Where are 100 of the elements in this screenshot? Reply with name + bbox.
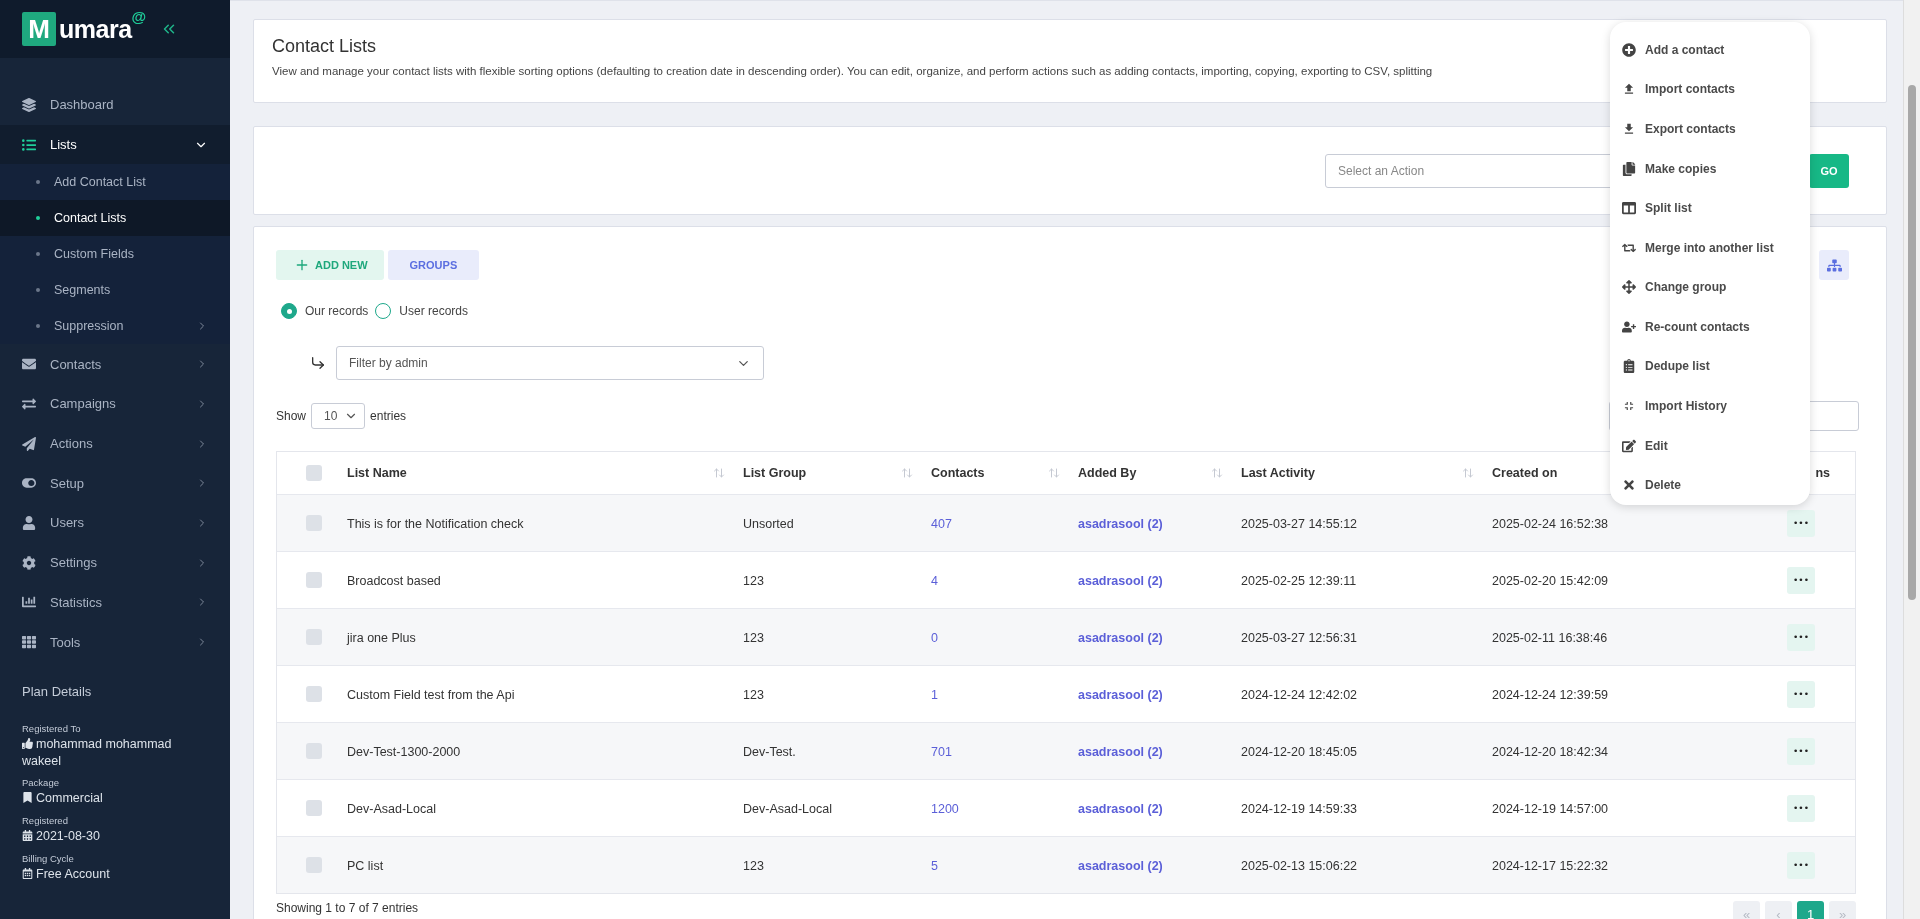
sort-icon[interactable]	[1211, 467, 1223, 479]
table-cell: Dev-Test.	[743, 745, 796, 759]
user-link[interactable]: asadrasool (2)	[1078, 688, 1163, 702]
plan-value: 2021-08-30	[22, 827, 208, 845]
contacts-link[interactable]: 407	[931, 517, 952, 531]
entries-select[interactable]: 10	[311, 403, 366, 429]
column-header[interactable]: ns	[1815, 466, 1830, 480]
table-cell: 123	[743, 859, 764, 873]
groups-button[interactable]: GROUPS	[387, 250, 480, 280]
logo-mark: @	[131, 8, 147, 25]
nav-subitem[interactable]: Suppression	[0, 308, 230, 345]
sort-icon[interactable]	[713, 467, 725, 479]
row-actions-button[interactable]: •••	[1787, 794, 1815, 822]
sort-icon[interactable]	[901, 467, 913, 479]
user-plus-icon	[1622, 319, 1636, 334]
nav-subitem[interactable]: Add Contact List	[0, 164, 230, 201]
row-checkbox[interactable]	[306, 515, 322, 531]
row-actions-button[interactable]: •••	[1787, 509, 1815, 537]
column-header[interactable]: List Name	[347, 466, 407, 480]
nav-subitem[interactable]: Contact Lists	[0, 200, 230, 237]
sort-icon[interactable]	[1462, 467, 1474, 479]
arrows-icon	[22, 396, 36, 411]
menu-item[interactable]: Delete	[1622, 465, 1810, 505]
radio-button[interactable]	[281, 303, 297, 319]
user-link[interactable]: asadrasool (2)	[1078, 802, 1163, 816]
row-actions-button[interactable]: •••	[1787, 680, 1815, 708]
user-link[interactable]: asadrasool (2)	[1078, 574, 1163, 588]
nav-item[interactable]: Users	[0, 503, 230, 543]
nav-item[interactable]: Tools	[0, 622, 230, 662]
admin-filter-select[interactable]: Filter by admin	[336, 346, 764, 380]
radio-label: Our records	[305, 304, 369, 318]
sort-icon[interactable]	[1048, 467, 1060, 479]
menu-item[interactable]: Re-count contacts	[1622, 307, 1810, 347]
column-header[interactable]: Contacts	[931, 466, 985, 480]
table-cell: 2025-03-27 14:55:12	[1241, 517, 1358, 531]
nav-subitem[interactable]: Custom Fields	[0, 236, 230, 273]
column-header[interactable]: Created on	[1492, 466, 1558, 480]
plan-value: mohammad mohammad wakeel	[22, 735, 173, 769]
table-cell: 2025-02-24 16:52:38	[1492, 517, 1609, 531]
download-icon	[1622, 121, 1636, 136]
row-checkbox[interactable]	[306, 629, 322, 645]
table-cell: Dev-Asad-Local	[743, 802, 832, 816]
row-checkbox[interactable]	[306, 800, 322, 816]
page-description: View and manage your contact lists with flexible sorting options (defaulting to creation date in descending order). You can edit, organize, and perform actions such as adding contacts, importing, copying, exporting to CSV, splitting	[272, 65, 1434, 77]
row-actions-button[interactable]: •••	[1787, 623, 1815, 651]
contacts-link[interactable]: 4	[931, 574, 938, 588]
logo-text: umara	[59, 14, 132, 44]
column-header[interactable]: Added By	[1078, 466, 1137, 480]
table-cell: 2025-02-20 15:42:09	[1492, 574, 1609, 588]
nav-item[interactable]: Statistics	[0, 582, 230, 623]
table-cell: 123	[743, 688, 764, 702]
row-checkbox[interactable]	[306, 686, 322, 702]
menu-item[interactable]: Dedupe list	[1622, 346, 1810, 387]
contacts-link[interactable]: 5	[931, 859, 938, 873]
plan-label: Package	[22, 776, 60, 788]
row-checkbox[interactable]	[306, 572, 322, 588]
row-actions-button[interactable]: •••	[1787, 566, 1815, 594]
user-link[interactable]: asadrasool (2)	[1078, 631, 1163, 645]
contacts-link[interactable]: 1200	[931, 802, 959, 816]
table-cell: 2024-12-19 14:59:33	[1241, 802, 1358, 816]
user-link[interactable]: asadrasool (2)	[1078, 517, 1163, 531]
row-actions-button[interactable]: •••	[1787, 737, 1815, 765]
column-header[interactable]: Last Activity	[1241, 466, 1315, 480]
menu-item[interactable]: Merge into another list	[1622, 227, 1810, 268]
user-link[interactable]: asadrasool (2)	[1078, 859, 1163, 873]
radio-label: User records	[399, 304, 469, 318]
nav-subitem[interactable]: Segments	[0, 272, 230, 309]
table-cell: Broadcost based	[347, 574, 441, 588]
nav-item[interactable]: Campaigns	[0, 384, 230, 424]
row-checkbox[interactable]	[306, 743, 322, 759]
menu-item[interactable]: Add a contact	[1622, 30, 1810, 70]
menu-item[interactable]: Import contacts	[1622, 69, 1810, 110]
menu-item[interactable]: Import History	[1622, 386, 1810, 426]
row-checkbox[interactable]	[306, 857, 322, 873]
select-all-checkbox[interactable]	[306, 465, 322, 481]
nav-item[interactable]: Dashboard	[0, 85, 230, 125]
radio-button[interactable]	[375, 303, 392, 319]
entries-label: entries	[370, 409, 407, 423]
row-actions-button[interactable]: •••	[1787, 851, 1815, 879]
nav-item[interactable]: Settings	[0, 542, 230, 583]
close-icon	[1622, 478, 1636, 493]
user-link[interactable]: asadrasool (2)	[1078, 745, 1163, 759]
menu-item[interactable]: Edit	[1622, 425, 1810, 466]
list-icon	[22, 137, 36, 152]
settings-icon	[22, 555, 36, 570]
column-header[interactable]: List Group	[743, 466, 807, 480]
contacts-link[interactable]: 1	[931, 688, 938, 702]
hierarchy-button[interactable]	[1819, 250, 1849, 280]
nav-item[interactable]: Contacts	[0, 344, 230, 385]
plan-label: Billing Cycle	[22, 852, 75, 864]
nav-item[interactable]: Actions	[0, 423, 230, 464]
contacts-link[interactable]: 701	[931, 745, 952, 759]
scrollbar-thumb[interactable]	[1908, 85, 1916, 600]
menu-item[interactable]: Split list	[1622, 188, 1810, 228]
plan-value: Free Account	[22, 865, 208, 883]
menu-item[interactable]: Change group	[1622, 267, 1810, 308]
nav-item[interactable]: Lists	[0, 124, 230, 165]
menu-item[interactable]: Export contacts	[1622, 109, 1810, 149]
nav-item[interactable]: Setup	[0, 463, 230, 504]
contacts-link[interactable]: 0	[931, 631, 938, 645]
